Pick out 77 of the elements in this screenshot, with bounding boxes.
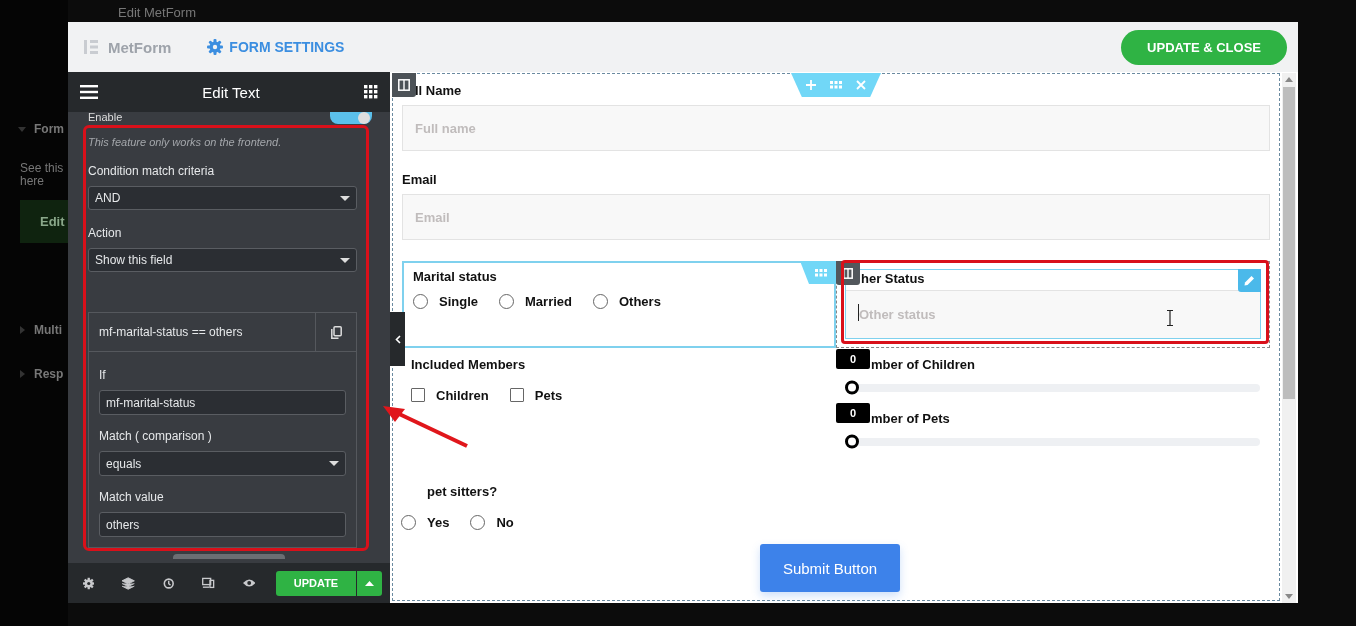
criteria-select[interactable]: AND <box>88 186 357 210</box>
option-label[interactable]: Children <box>436 387 489 403</box>
name-field[interactable]: Full name <box>402 105 1270 151</box>
field-label: Condition match criteria <box>88 164 216 178</box>
option-label[interactable]: No <box>496 514 514 530</box>
collapse-tab[interactable] <box>390 312 405 366</box>
field-label: If <box>99 368 107 382</box>
grid-icon[interactable] <box>364 85 378 99</box>
menu-icon[interactable] <box>80 85 98 99</box>
text-cursor-icon <box>1166 310 1174 326</box>
copy-icon <box>330 325 342 339</box>
settings-icon[interactable] <box>83 576 95 590</box>
other-status-field[interactable]: Other status <box>846 306 1061 323</box>
field-label: Action <box>88 226 123 240</box>
condition-title[interactable]: mf-marital-status == others <box>89 313 315 351</box>
option-label[interactable]: Single <box>439 293 478 309</box>
options-button[interactable] <box>357 570 382 596</box>
option-label[interactable]: Married <box>525 293 572 309</box>
text-field[interactable]: others <box>99 512 346 537</box>
field-label: mber of Children <box>871 357 975 372</box>
eye-icon[interactable] <box>242 578 255 588</box>
text-cursor <box>858 304 859 321</box>
value-tooltip: 0 <box>836 403 870 423</box>
column-handle[interactable] <box>800 261 836 284</box>
page-title: Edit MetForm <box>118 6 196 20</box>
help-text: See this here <box>19 162 65 188</box>
panel-title: Edit Text <box>202 83 260 101</box>
column-handle[interactable] <box>392 73 416 97</box>
scroll-up-icon <box>1285 77 1293 82</box>
scrollbar-thumb[interactable] <box>1283 87 1295 399</box>
field-label: mber of Pets <box>871 411 950 426</box>
columns-icon <box>843 267 853 279</box>
action-select[interactable]: Show this field <box>88 248 357 272</box>
value-tooltip: 0 <box>836 349 870 369</box>
scroll-down-icon <box>1285 594 1293 599</box>
caret-down-icon <box>329 461 339 466</box>
settings-icon <box>207 39 224 55</box>
scrollbar-thumb[interactable] <box>173 554 285 559</box>
pencil-icon <box>1244 275 1255 286</box>
logo-icon <box>84 40 98 54</box>
submit-button[interactable]: Submit Button <box>760 544 900 592</box>
help-text: This feature only works on the frontend. <box>88 136 283 148</box>
email-field[interactable]: Email <box>402 194 1270 240</box>
caret-down-icon <box>340 195 350 201</box>
toggle-switch[interactable] <box>330 112 372 124</box>
logo-text: MetForm <box>108 38 172 56</box>
field-label: her Status <box>861 271 925 288</box>
text-field[interactable]: mf-marital-status <box>99 390 346 415</box>
option-label[interactable]: Yes <box>427 514 450 530</box>
history-icon[interactable] <box>162 576 175 590</box>
option-label[interactable]: Others <box>619 293 661 309</box>
checkbox[interactable] <box>509 388 524 402</box>
field-label: ll Name <box>415 83 462 98</box>
field-label: Email <box>402 172 437 187</box>
toggle-label: Enable <box>88 112 123 123</box>
field-label: Included Members <box>411 357 526 372</box>
columns-icon <box>398 79 410 91</box>
caret-up-icon <box>365 580 374 586</box>
section-title[interactable]: Multi <box>34 323 62 337</box>
drag-handle-icon[interactable] <box>830 81 842 89</box>
field-label: Match ( comparison ) <box>99 429 213 443</box>
field-label: Marital status <box>413 269 497 284</box>
devices-icon[interactable] <box>202 577 215 589</box>
chevron-left-icon <box>394 334 401 344</box>
checkbox[interactable] <box>411 388 425 402</box>
option-label[interactable]: Pets <box>534 387 563 403</box>
caret-down-icon <box>340 257 350 263</box>
slider-thumb[interactable] <box>845 434 859 449</box>
section-title[interactable]: Form <box>34 122 64 136</box>
slider-thumb[interactable] <box>845 380 859 395</box>
layers-icon[interactable] <box>122 576 135 590</box>
comparison-select[interactable]: equals <box>99 451 346 476</box>
field-label: pet sitters? <box>426 484 499 499</box>
edit-button[interactable]: Edit <box>20 200 68 243</box>
section-title[interactable]: Resp <box>34 367 64 381</box>
field-label: Match value <box>99 490 165 504</box>
drag-handle-icon <box>815 268 827 277</box>
